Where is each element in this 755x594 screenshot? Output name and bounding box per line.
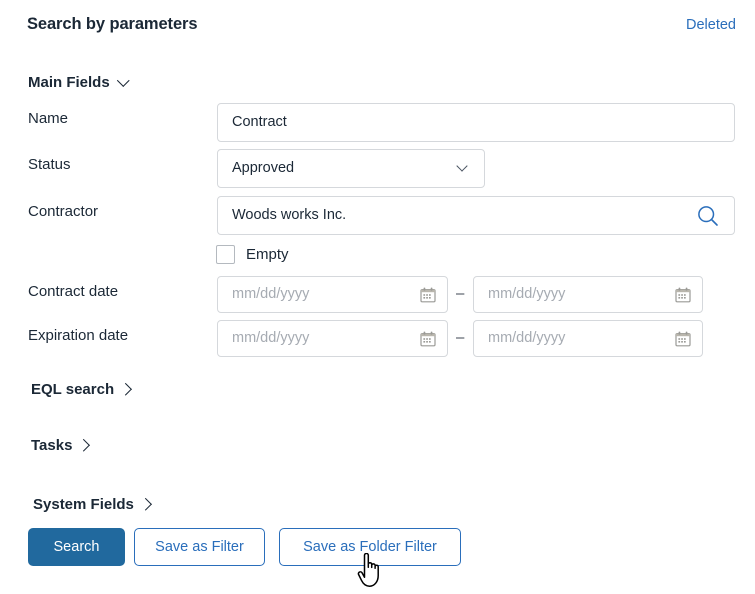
section-label-system-fields: System Fields — [33, 496, 134, 513]
search-icon[interactable] — [696, 204, 720, 228]
field-label-expiration-date: Expiration date — [28, 327, 129, 344]
status-select-value: Approved — [232, 160, 295, 177]
page-title: Search by parameters — [27, 15, 198, 33]
chevron-right-icon — [80, 440, 91, 451]
contract-date-to-input[interactable]: mm/dd/yyyy — [473, 276, 703, 313]
status-select[interactable]: Approved — [217, 149, 485, 188]
save-as-folder-filter-button[interactable]: Save as Folder Filter — [279, 528, 461, 566]
chevron-down-icon — [118, 77, 129, 88]
empty-checkbox[interactable] — [216, 245, 235, 264]
contractor-input[interactable]: Woods works Inc. — [217, 196, 735, 235]
expiration-date-separator: – — [456, 329, 465, 346]
expiration-date-to-placeholder: mm/dd/yyyy — [488, 330, 566, 347]
section-header-main-fields[interactable]: Main Fields — [28, 74, 129, 91]
section-header-system-fields[interactable]: System Fields — [33, 496, 153, 513]
save-as-filter-button[interactable]: Save as Filter — [134, 528, 265, 566]
field-label-contract-date: Contract date — [28, 283, 119, 300]
contract-date-separator: – — [456, 285, 465, 302]
expiration-date-from-input[interactable]: mm/dd/yyyy — [217, 320, 448, 357]
contractor-input-value: Woods works Inc. — [232, 207, 347, 224]
calendar-icon[interactable] — [674, 330, 692, 348]
chevron-right-icon — [142, 499, 153, 510]
expiration-date-to-input[interactable]: mm/dd/yyyy — [473, 320, 703, 357]
field-label-status: Status — [28, 156, 71, 173]
section-header-eql-search[interactable]: EQL search — [31, 381, 133, 398]
section-label-eql-search: EQL search — [31, 381, 115, 398]
calendar-icon[interactable] — [419, 286, 437, 304]
field-label-name: Name — [28, 110, 69, 127]
deleted-link[interactable]: Deleted — [686, 17, 736, 33]
section-header-tasks[interactable]: Tasks — [31, 437, 91, 454]
section-label-main-fields: Main Fields — [28, 74, 110, 91]
contract-date-from-placeholder: mm/dd/yyyy — [232, 286, 310, 303]
expiration-date-from-placeholder: mm/dd/yyyy — [232, 330, 310, 347]
name-input[interactable]: Contract — [217, 103, 735, 142]
chevron-down-icon — [457, 163, 468, 174]
field-label-contractor: Contractor — [28, 203, 99, 220]
name-input-value: Contract — [232, 114, 287, 131]
search-button[interactable]: Search — [28, 528, 125, 566]
section-label-tasks: Tasks — [31, 437, 73, 454]
chevron-right-icon — [122, 384, 133, 395]
empty-checkbox-label: Empty — [246, 246, 289, 263]
contract-date-to-placeholder: mm/dd/yyyy — [488, 286, 566, 303]
empty-checkbox-row[interactable]: Empty — [216, 245, 289, 264]
contract-date-from-input[interactable]: mm/dd/yyyy — [217, 276, 448, 313]
calendar-icon[interactable] — [674, 286, 692, 304]
calendar-icon[interactable] — [419, 330, 437, 348]
